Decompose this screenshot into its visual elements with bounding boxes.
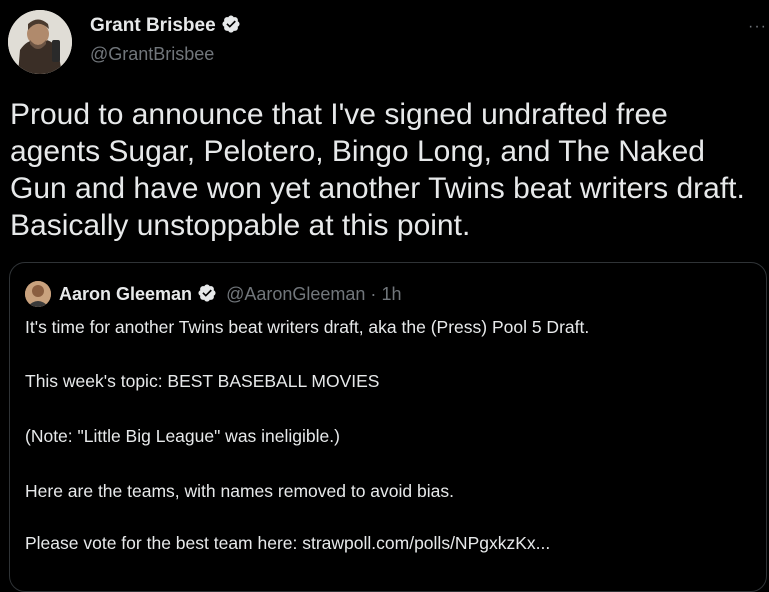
quoted-author-avatar[interactable] [25,281,51,307]
quoted-text-line: Please vote for the best team here: stra… [25,533,551,553]
author-name[interactable]: Grant Brisbee [90,14,241,40]
more-icon[interactable]: ··· [748,18,767,36]
quoted-text-line: Here are the teams, with names removed t… [25,481,454,501]
verified-badge-icon [221,14,241,40]
quoted-text-line: (Note: "Little Big League" was ineligibl… [25,426,340,446]
quoted-text-line: It's time for another Twins beat writers… [25,317,590,337]
separator-dot: · [370,284,377,304]
tweet-text: Proud to announce that I've signed undra… [10,98,745,242]
quoted-timestamp[interactable]: 1h [381,284,401,304]
quoted-author-name[interactable]: Aaron Gleeman [59,284,192,304]
quoted-header: Aaron Gleeman @AaronGleeman · 1h [59,283,401,308]
quoted-text-line: This week's topic: BEST BASEBALL MOVIES [25,371,380,391]
author-handle[interactable]: @GrantBrisbee [90,44,214,65]
quoted-author-handle[interactable]: @AaronGleeman [226,284,365,304]
quoted-tweet[interactable]: Aaron Gleeman @AaronGleeman · 1h It's ti… [9,262,767,592]
author-name-text: Grant Brisbee [90,15,216,36]
verified-badge-icon [197,283,217,308]
author-avatar[interactable] [8,10,72,74]
